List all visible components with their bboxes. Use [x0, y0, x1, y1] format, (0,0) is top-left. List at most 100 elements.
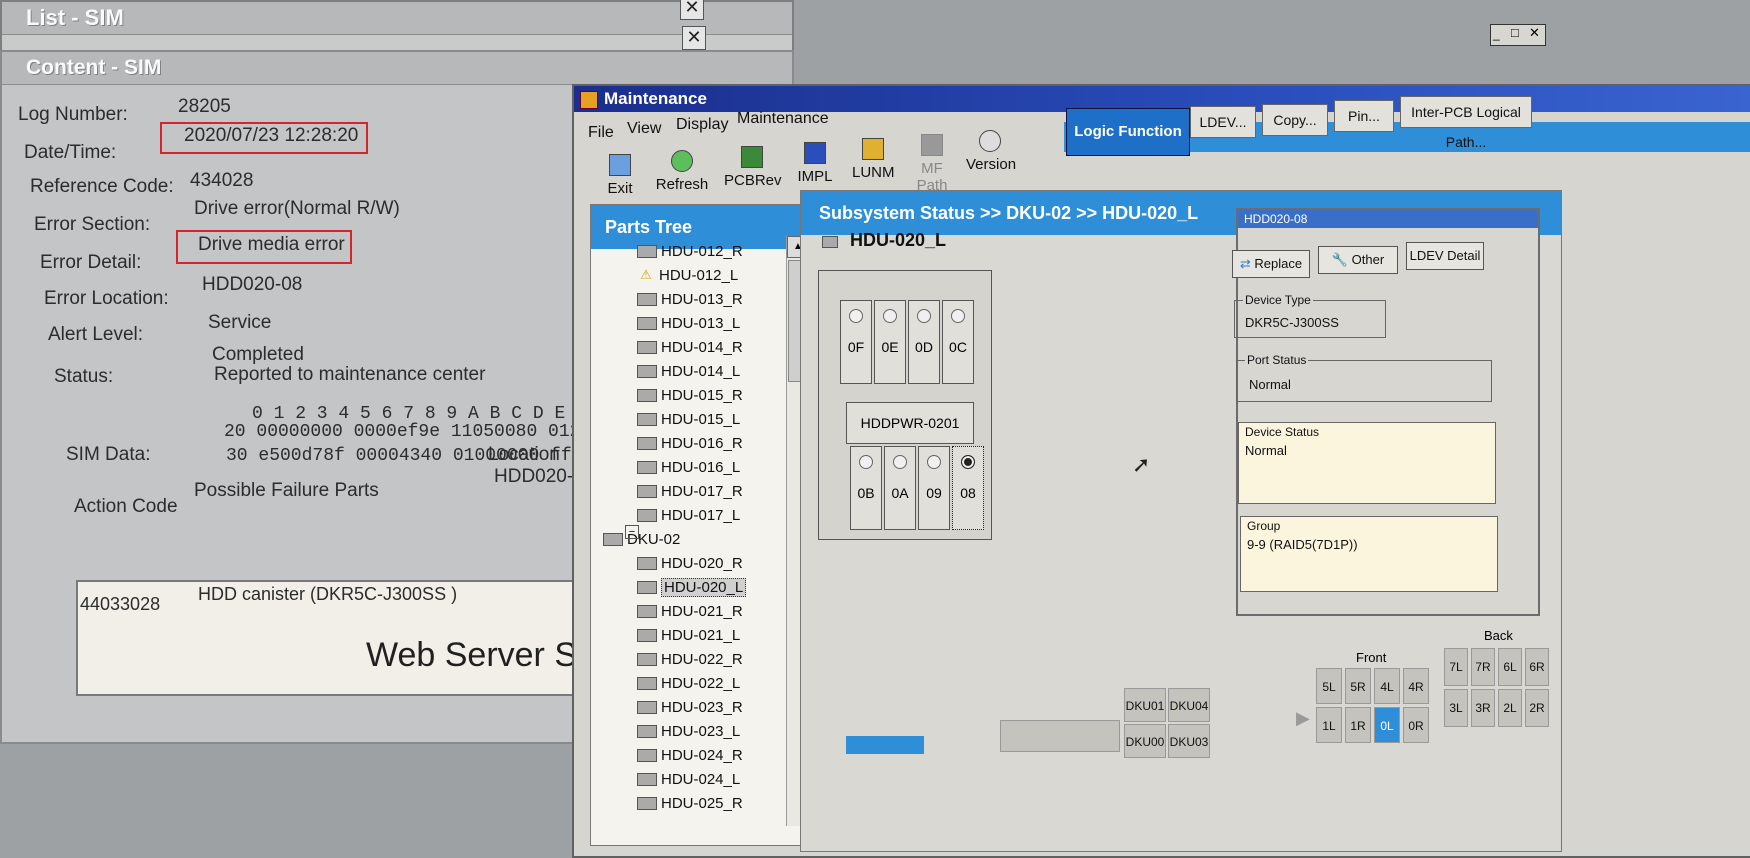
tree-item[interactable]: HDU-016_R: [637, 431, 787, 455]
maximize-icon[interactable]: □: [1511, 25, 1519, 40]
replace-button[interactable]: ⇄ Replace: [1232, 250, 1310, 278]
list-close-icon[interactable]: ✕: [680, 0, 704, 20]
dku-cell[interactable]: DKU03: [1168, 724, 1210, 758]
device-status-label: Device Status: [1245, 425, 1320, 439]
tree-item[interactable]: HDU-022_R: [637, 647, 787, 671]
hdd-icon: [637, 292, 657, 306]
hdd-icon: [637, 700, 657, 714]
toolbar-impl[interactable]: IMPL: [796, 142, 834, 185]
tree-item[interactable]: HDU-023_L: [637, 719, 787, 743]
hdd-icon: [637, 316, 657, 330]
collapse-icon[interactable]: −: [625, 525, 639, 539]
tree-item[interactable]: HDU-023_R: [637, 695, 787, 719]
slot-08[interactable]: 08: [952, 446, 984, 530]
tree-item[interactable]: HDU-017_R: [637, 479, 787, 503]
tree-item[interactable]: HDU-014_R: [637, 335, 787, 359]
rack-cell[interactable]: 6L: [1498, 648, 1522, 686]
dku-cell[interactable]: DKU00: [1124, 724, 1166, 758]
tree-item-label: HDU-022_R: [661, 650, 743, 668]
rack-cell[interactable]: 4L: [1374, 668, 1400, 704]
menu-file[interactable]: File: [588, 124, 614, 142]
rack-cell[interactable]: 1L: [1316, 707, 1342, 743]
tree-item[interactable]: HDU-012_R: [637, 239, 787, 263]
failure-part-cell[interactable]: HDD canister (DKR5C-J300SS ): [198, 584, 457, 605]
slot-0e[interactable]: 0E: [874, 300, 906, 384]
tree-item[interactable]: HDU-017_L: [637, 503, 787, 527]
content-close-icon[interactable]: ✕: [682, 26, 706, 50]
slot-0b[interactable]: 0B: [850, 446, 882, 530]
action-code-cell[interactable]: 44033028: [80, 594, 160, 615]
rack-cell[interactable]: 7L: [1444, 648, 1468, 686]
device-status-value: Normal: [1245, 443, 1287, 458]
alert-level-value: Service: [208, 312, 272, 333]
rack-cell[interactable]: 0L: [1374, 707, 1400, 743]
tree-item-label: HDU-014_L: [661, 362, 741, 380]
tree-item[interactable]: HDU-020_R: [637, 551, 787, 575]
device-type-box: Device Type DKR5C-J300SS: [1234, 293, 1386, 338]
tab-pin[interactable]: Pin...: [1334, 100, 1394, 132]
close-icon[interactable]: ✕: [1529, 25, 1540, 41]
rack-cell[interactable]: 5L: [1316, 668, 1342, 704]
rack-cell[interactable]: 3R: [1471, 689, 1495, 727]
ldev-detail-button[interactable]: LDEV Detail: [1406, 242, 1484, 270]
rack-cell[interactable]: 7R: [1471, 648, 1495, 686]
rack-cell[interactable]: 1R: [1345, 707, 1371, 743]
tree-item[interactable]: HDU-024_R: [637, 743, 787, 767]
slot-09[interactable]: 09: [918, 446, 950, 530]
alert-level-label: Alert Level:: [48, 324, 144, 345]
hdd-power-unit[interactable]: HDDPWR-0201: [846, 402, 974, 444]
tree-item-label: HDU-013_L: [661, 314, 741, 332]
rack-cell[interactable]: 4R: [1403, 668, 1429, 704]
slot-label: 0D: [915, 339, 933, 355]
menu-view[interactable]: View: [627, 120, 661, 138]
dku-cell[interactable]: DKU01: [1124, 688, 1166, 722]
other-label: Other: [1351, 252, 1385, 267]
tree-item[interactable]: HDU-024_L: [637, 767, 787, 791]
tree-item[interactable]: HDU-015_L: [637, 407, 787, 431]
tab-copy[interactable]: Copy...: [1262, 104, 1328, 136]
tree-item[interactable]: HDU-020_L: [637, 575, 787, 599]
slot-0f[interactable]: 0F: [840, 300, 872, 384]
tree-item[interactable]: HDU-014_L: [637, 359, 787, 383]
logic-function-button[interactable]: Logic Function: [1066, 108, 1190, 156]
tree-item[interactable]: HDU-025_R: [637, 791, 787, 815]
toolbar-exit[interactable]: Exit: [600, 154, 640, 197]
dku-cell[interactable]: DKU04: [1168, 688, 1210, 722]
toolbar-lunm[interactable]: LUNM: [852, 138, 895, 181]
rack-cell[interactable]: 2L: [1498, 689, 1522, 727]
tree-item[interactable]: HDU-013_L: [637, 311, 787, 335]
sim-data-header: 0 1 2 3 4 5 6 7 8 9 A B C D E: [252, 404, 566, 424]
tab-ldev[interactable]: LDEV...: [1190, 106, 1256, 138]
tree-item[interactable]: HDU-016_L: [637, 455, 787, 479]
tree-item[interactable]: HDU-013_R: [637, 287, 787, 311]
minimize-icon[interactable]: _: [1493, 27, 1500, 41]
tree-item[interactable]: HDU-022_L: [637, 671, 787, 695]
hdd-icon: [637, 796, 657, 810]
toolbar-refresh[interactable]: Refresh: [654, 150, 710, 193]
tree-item[interactable]: HDU-015_R: [637, 383, 787, 407]
tree-item[interactable]: HDU-021_R: [637, 599, 787, 623]
rack-cell[interactable]: 3L: [1444, 689, 1468, 727]
tree-item[interactable]: ⚠ HDU-012_L: [637, 263, 787, 287]
tree-item-label: HDU-023_L: [661, 722, 741, 740]
menu-maintenance[interactable]: Maintenance: [737, 110, 829, 128]
port-status-box: Port Status Normal: [1236, 353, 1492, 402]
other-button[interactable]: 🔧 Other: [1318, 246, 1398, 274]
slot-0c[interactable]: 0C: [942, 300, 974, 384]
toolbar-pcbrev[interactable]: PCBRev: [724, 146, 782, 189]
status-value-line2: Reported to maintenance center: [214, 364, 486, 385]
tree-item[interactable]: HDU-021_L: [637, 623, 787, 647]
device-status-box: Device Status Normal: [1238, 422, 1496, 504]
toolbar-version[interactable]: Version: [966, 130, 1016, 173]
toolbar-mf-path[interactable]: MF Path: [906, 134, 958, 194]
slot-label: 0B: [857, 485, 875, 501]
slot-0a[interactable]: 0A: [884, 446, 916, 530]
menu-display[interactable]: Display: [676, 116, 728, 134]
rack-cell[interactable]: 5R: [1345, 668, 1371, 704]
hdd-icon: [637, 460, 657, 474]
rack-cell[interactable]: 2R: [1525, 689, 1549, 727]
rack-cell[interactable]: 6R: [1525, 648, 1549, 686]
slot-0d[interactable]: 0D: [908, 300, 940, 384]
rack-cell[interactable]: 0R: [1403, 707, 1429, 743]
tab-inter-pcb-path[interactable]: Inter-PCB Logical Path...: [1400, 96, 1532, 150]
